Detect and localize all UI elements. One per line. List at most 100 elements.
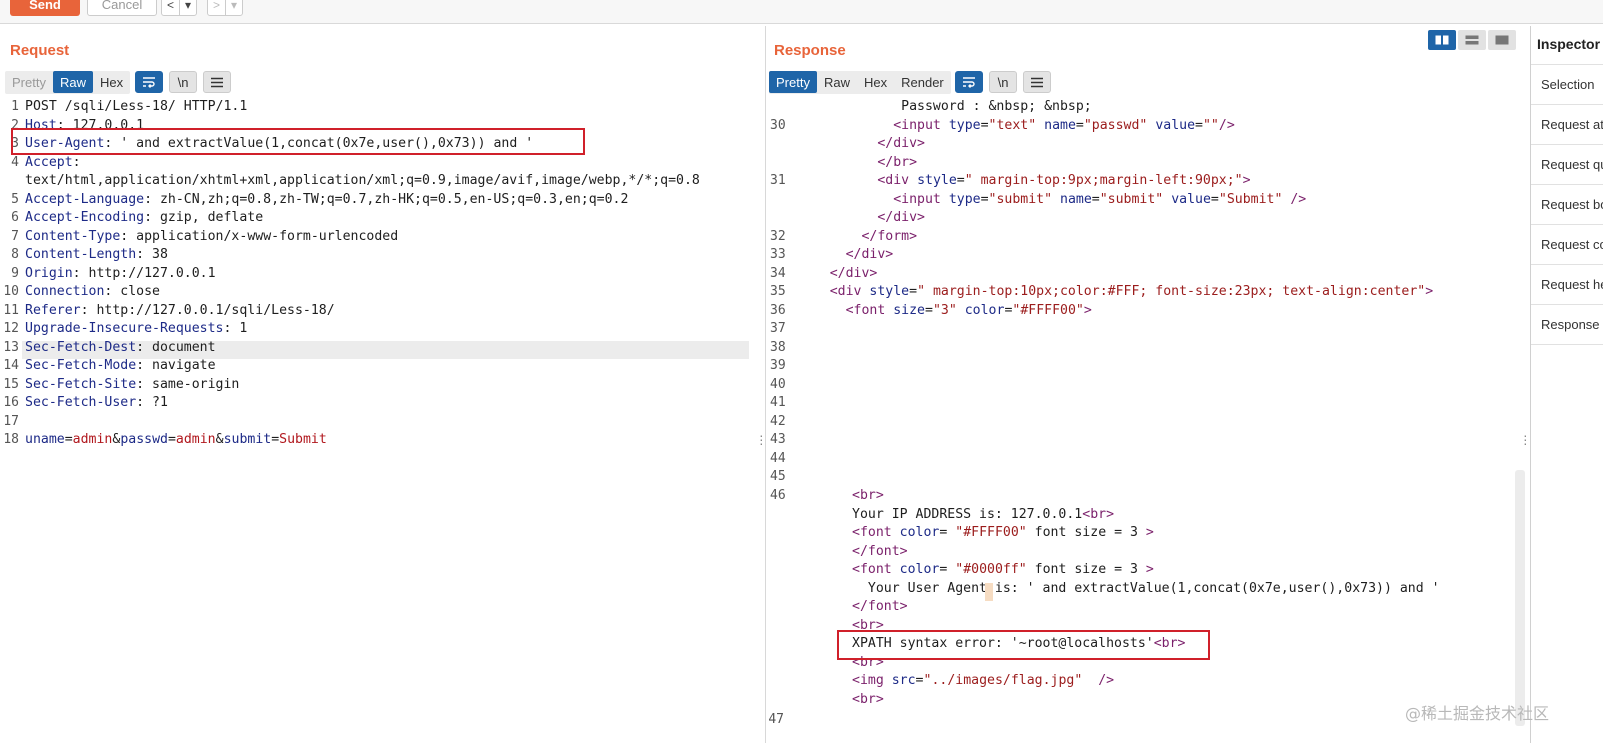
request-tab-hex[interactable]: Hex	[93, 71, 130, 93]
html-tag: >	[1425, 284, 1434, 299]
html-tag: <img	[852, 673, 884, 688]
split-vertical-icon[interactable]	[1458, 30, 1486, 50]
response-tabbar: Pretty Raw Hex Render	[769, 71, 951, 94]
html-tag: </font	[852, 599, 900, 614]
line-number: 11	[3, 302, 19, 318]
inspector-item-body-params[interactable]: Request body parameters	[1531, 184, 1603, 224]
html-tag: </div	[829, 265, 870, 281]
top-toolbar: Send Cancel < ▾ > ▾	[0, 0, 1603, 24]
back-nav-group[interactable]: < ▾	[161, 0, 198, 16]
left-splitter-handle[interactable]: · · ·	[759, 428, 764, 450]
hamburger-icon[interactable]	[203, 71, 231, 93]
single-pane-icon[interactable]	[1488, 30, 1516, 50]
header-value: : navigate	[136, 358, 216, 373]
line-number: 18	[3, 432, 19, 447]
split-horizontal-icon[interactable]	[1428, 30, 1456, 50]
send-button[interactable]: Send	[10, 0, 80, 16]
request-line: Connection: close	[25, 283, 700, 302]
html-tag: >	[885, 247, 894, 262]
show-newlines-icon[interactable]: \n	[989, 71, 1017, 93]
request-tab-pretty[interactable]: Pretty	[5, 71, 53, 93]
html-tag: />	[1098, 673, 1115, 688]
forward-nav-group[interactable]: > ▾	[207, 0, 244, 16]
cancel-button[interactable]: Cancel	[87, 0, 157, 16]
response-code-line: <font color= "#0000ff" font size = 3 >	[852, 562, 1154, 577]
param-separator: =	[167, 432, 176, 447]
request-editor-tools: \n	[135, 71, 231, 93]
forward-icon[interactable]: >	[208, 0, 225, 15]
response-tab-render[interactable]: Render	[894, 71, 951, 93]
html-attribute-value: "3"	[932, 302, 957, 318]
header-value: : close	[104, 284, 160, 299]
line-number: 9	[11, 265, 19, 281]
line-number: 44	[770, 450, 786, 466]
line-number: 33	[770, 247, 786, 262]
inspector-item-request-attributes[interactable]: Request attributes	[1531, 104, 1603, 144]
line-number: 4	[11, 154, 19, 170]
back-history-chevron-down-icon[interactable]: ▾	[179, 0, 196, 15]
response-code-line: <div style=" margin-top:9px;margin-left:…	[877, 173, 1251, 188]
response-editor-top[interactable]: Password : &nbsp; &nbsp; <input type="te…	[790, 98, 1433, 320]
line-number: 16	[3, 395, 19, 410]
show-newlines-icon[interactable]: \n	[169, 71, 197, 93]
request-tab-raw[interactable]: Raw	[52, 71, 93, 93]
response-tab-pretty[interactable]: Pretty	[769, 71, 817, 93]
header-value: text/html,application/xhtml+xml,applicat…	[25, 173, 700, 188]
header-value: : same-origin	[136, 376, 240, 392]
html-tag: </div	[877, 136, 918, 151]
inspector-item-cookies[interactable]: Request cookies	[1531, 224, 1603, 264]
request-line: Referer: http://127.0.0.1/sqli/Less-18/	[25, 302, 700, 321]
line-number: 7	[11, 228, 19, 244]
inspector-item-query-params[interactable]: Request query parameters	[1531, 144, 1603, 184]
html-attribute: color	[964, 302, 1005, 318]
request-line: text/html,application/xhtml+xml,applicat…	[25, 172, 700, 191]
forward-history-chevron-down-icon[interactable]: ▾	[225, 0, 242, 15]
response-scrollbar[interactable]	[1515, 470, 1525, 726]
xpath-error-highlight	[837, 630, 1210, 660]
html-tag: />	[1290, 191, 1307, 207]
html-tag: >	[917, 210, 925, 225]
line-number: 15	[3, 376, 19, 392]
html-attribute: value	[1171, 191, 1211, 207]
request-line: Sec-Fetch-Mode: navigate	[25, 357, 700, 376]
line-number	[0, 172, 19, 191]
inspector-item-selection[interactable]: Selection	[1531, 64, 1603, 104]
html-attribute-value: "../images/flag.jpg"	[923, 673, 1083, 688]
html-tag: >	[875, 488, 884, 503]
header-value: : gzip, deflate	[144, 210, 264, 225]
html-attribute-value: "text"	[988, 117, 1037, 133]
header-name: Upgrade-Insecure-Requests	[25, 321, 224, 336]
line-number: 1	[11, 99, 19, 114]
request-line: Upgrade-Insecure-Requests: 1	[25, 320, 700, 339]
html-tag: </br	[877, 154, 910, 170]
response-line-number-47: 47	[768, 712, 784, 727]
inspector-panel: Inspector Selection Request attributes R…	[1530, 26, 1603, 743]
response-code-line: </form>	[790, 228, 1433, 247]
header-value	[25, 414, 33, 429]
wrap-lines-icon[interactable]	[135, 71, 163, 93]
html-attribute-value: " margin-top:10px;color:#FFF; font-size:…	[917, 284, 1426, 299]
line-number: 5	[11, 191, 19, 207]
right-splitter-handle[interactable]: · · ·	[1523, 428, 1528, 450]
param-name: uname	[25, 432, 65, 447]
inspector-item-request-headers[interactable]: Request headers	[1531, 264, 1603, 304]
line-number: 45	[770, 469, 786, 484]
wrap-lines-icon[interactable]	[955, 71, 983, 93]
header-name: Referer	[25, 302, 81, 318]
response-tab-raw[interactable]: Raw	[817, 71, 857, 93]
request-title: Request	[10, 42, 70, 59]
hamburger-icon[interactable]	[1023, 71, 1051, 93]
html-tag: </font	[852, 543, 900, 559]
html-attribute: color	[899, 562, 940, 577]
html-attribute: size	[893, 302, 925, 318]
back-icon[interactable]: <	[162, 0, 179, 15]
header-value: : http://127.0.0.1/sqli/Less-18/	[80, 302, 335, 318]
inspector-item-response-headers[interactable]: Response headers	[1531, 304, 1603, 344]
line-number: 30	[770, 117, 786, 133]
response-tab-hex[interactable]: Hex	[857, 71, 894, 93]
html-attribute: color	[899, 525, 940, 540]
response-editor-body[interactable]: <br> Your IP ADDRESS is: 127.0.0.1<br> <fo…	[852, 487, 1440, 709]
param-separator: =	[271, 432, 280, 447]
panel-divider[interactable]	[765, 26, 766, 743]
header-value: : 38	[136, 247, 168, 262]
